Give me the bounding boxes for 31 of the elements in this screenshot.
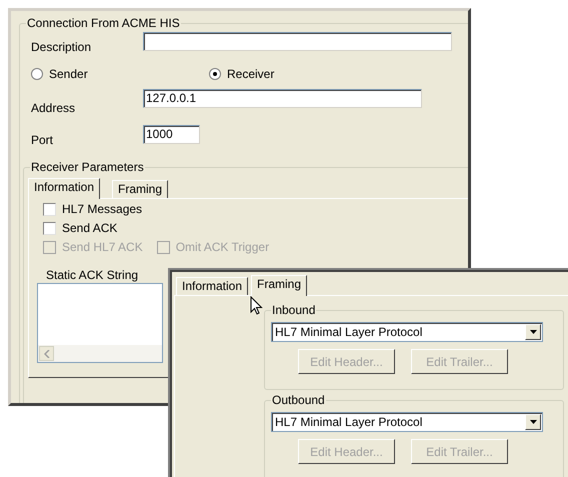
input-field[interactable]	[143, 32, 452, 51]
input-field[interactable]: 127.0.0.1	[143, 89, 422, 108]
checkbox[interactable]	[43, 202, 56, 216]
text-area[interactable]	[37, 283, 163, 363]
group-title: Inbound	[271, 303, 316, 317]
tab[interactable]: Information	[176, 277, 248, 296]
scrollbar[interactable]	[38, 345, 162, 362]
field-label: Port	[31, 132, 54, 149]
field-label: Description	[31, 39, 92, 56]
input-field[interactable]: 1000	[143, 125, 200, 144]
field-label: Static ACK String	[46, 267, 138, 284]
dropdown[interactable]: HL7 Minimal Layer Protocol	[271, 322, 543, 342]
radio-button[interactable]	[31, 68, 43, 80]
checkbox-label: Send HL7 ACK	[62, 239, 143, 256]
tab[interactable]: Information	[28, 178, 100, 199]
mouse-pointer-icon	[250, 296, 263, 316]
field-label: Address	[31, 100, 76, 117]
scroll-left-icon[interactable]	[39, 346, 54, 361]
group-title: Outbound	[271, 393, 326, 407]
dropdown[interactable]: HL7 Minimal Layer Protocol	[271, 412, 543, 432]
radio-button[interactable]	[209, 68, 221, 80]
tab[interactable]: Framing	[251, 275, 308, 296]
radio-label: Sender	[49, 66, 88, 83]
radio-label: Receiver	[227, 66, 274, 83]
tab[interactable]: Framing	[112, 180, 168, 199]
checkbox-label: Omit ACK Trigger	[176, 239, 270, 256]
checkbox-label: Send ACK	[62, 220, 118, 237]
group-title: Connection From ACME HIS	[26, 16, 181, 30]
group-title: Receiver Parameters	[30, 160, 145, 174]
checkbox-label: HL7 Messages	[62, 201, 142, 218]
checkbox[interactable]	[43, 222, 56, 234]
